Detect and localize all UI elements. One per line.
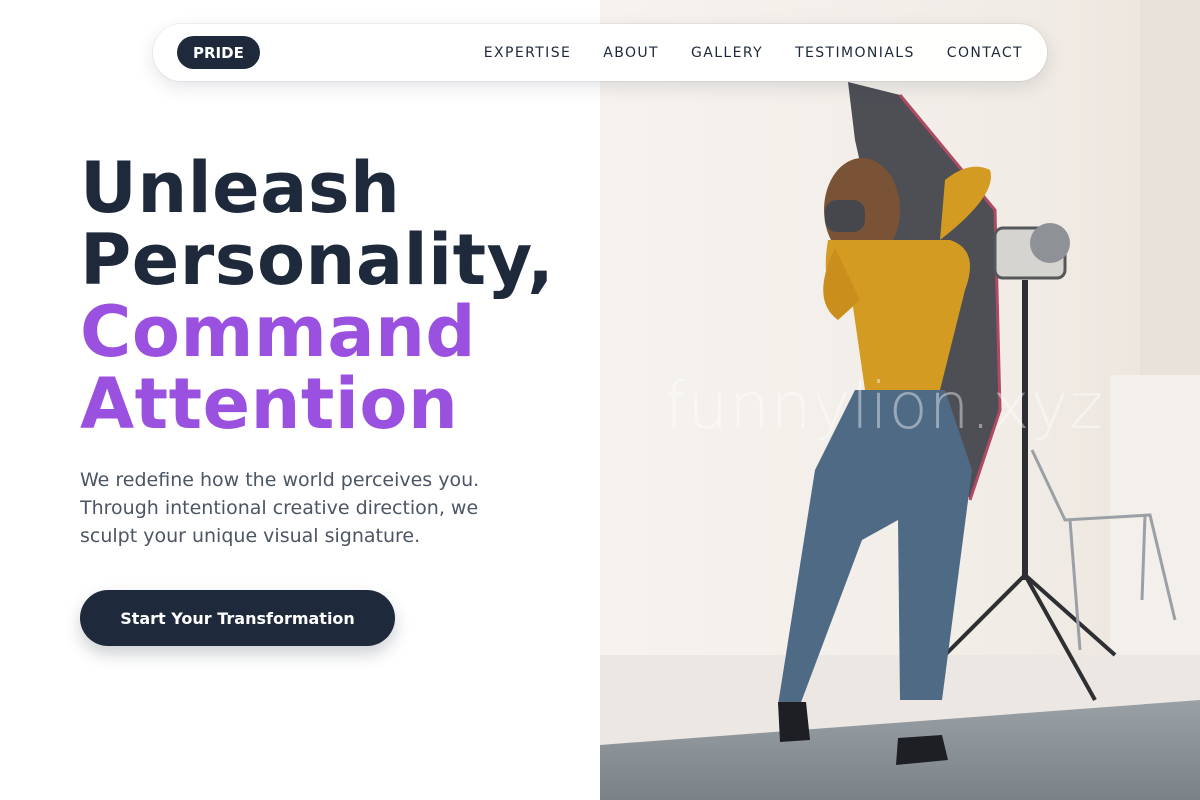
- headline-line-4: Attention: [80, 363, 459, 445]
- brand-logo[interactable]: PRIDE: [177, 36, 260, 69]
- hero-description: We redefine how the world perceives you.…: [80, 469, 480, 547]
- headline-line-1: Unleash: [80, 147, 401, 229]
- nav-link-about[interactable]: ABOUT: [603, 45, 659, 61]
- top-navigation: PRIDE EXPERTISE ABOUT GALLERY TESTIMONIA…: [153, 24, 1047, 81]
- start-transformation-button[interactable]: Start Your Transformation: [80, 590, 395, 646]
- headline-line-3: Command: [80, 291, 477, 373]
- nav-links: EXPERTISE ABOUT GALLERY TESTIMONIALS CON…: [484, 45, 1023, 61]
- nav-link-contact[interactable]: CONTACT: [947, 45, 1023, 61]
- nav-link-expertise[interactable]: EXPERTISE: [484, 45, 571, 61]
- watermark-text: funnylion.xyz: [664, 370, 1105, 444]
- hero-headline: Unleash Personality, Command Attention: [80, 152, 554, 440]
- nav-link-testimonials[interactable]: TESTIMONIALS: [795, 45, 915, 61]
- nav-link-gallery[interactable]: GALLERY: [691, 45, 763, 61]
- headline-line-2: Personality,: [80, 219, 555, 301]
